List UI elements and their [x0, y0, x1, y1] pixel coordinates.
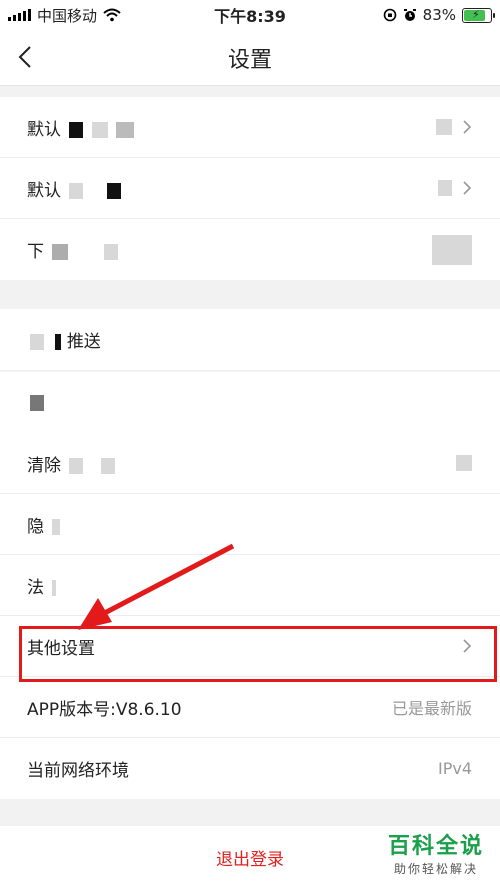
- redacted-text: [69, 457, 84, 474]
- watermark-title: 百科全说: [387, 834, 484, 859]
- status-bar: 中国移动 下午8:39 83% ⚡: [0, 0, 500, 30]
- battery-icon: ⚡: [462, 7, 495, 23]
- settings-row-app-version[interactable]: APP版本号:V8.6.10 已是最新版: [0, 677, 500, 738]
- row-value: IPv4: [437, 759, 472, 778]
- redacted-text: [30, 394, 44, 411]
- charging-bolt-icon: ⚡: [472, 7, 480, 21]
- row-label: 隐: [27, 516, 44, 537]
- alarm-icon: [403, 9, 416, 21]
- watermark-logo: 百科全说 助你轻松解决: [388, 828, 484, 877]
- row-label: 清除: [27, 455, 61, 476]
- row-label: 默认: [27, 180, 61, 201]
- redacted-value: [436, 119, 452, 135]
- battery-percent: 83%: [422, 6, 456, 24]
- settings-row-legal[interactable]: 法: [0, 555, 500, 616]
- chevron-right-icon: [463, 639, 472, 653]
- settings-group-general: 清除 隐 法 其他设置 APP版本号:V8.6.10 已是最新版 当前网络环境 …: [0, 372, 500, 799]
- row-label: 推送: [66, 332, 101, 352]
- orientation-lock-icon: [383, 8, 396, 22]
- signal-icon: [8, 9, 31, 21]
- redacted-value: [432, 234, 472, 265]
- settings-row-push[interactable]: 推送: [0, 309, 500, 370]
- redacted-text: [52, 579, 57, 596]
- page-title: 设置: [227, 48, 272, 73]
- settings-group-push: 推送: [0, 309, 500, 370]
- settings-row-redacted[interactable]: [0, 372, 500, 433]
- row-value: 已是最新版: [391, 699, 472, 718]
- row-label: 下: [27, 242, 44, 262]
- chevron-right-icon: [463, 181, 472, 195]
- redacted-text: [69, 121, 84, 138]
- row-label: 其他设置: [27, 638, 95, 659]
- settings-row-download[interactable]: 下: [0, 219, 500, 280]
- settings-row-default-2[interactable]: 默认: [0, 158, 500, 219]
- redacted-text: [52, 244, 69, 260]
- settings-group-defaults: 默认 默认 下: [0, 97, 500, 280]
- watermark-subtitle: 助你轻松解决: [393, 862, 478, 876]
- wifi-icon: [103, 8, 121, 22]
- redacted-value: [456, 455, 472, 471]
- row-label: 默认: [27, 119, 61, 140]
- settings-row-default-1[interactable]: 默认: [0, 97, 500, 158]
- redacted-text: [52, 518, 61, 535]
- navigation-bar: 设置: [0, 30, 500, 86]
- settings-row-network[interactable]: 当前网络环境 IPv4: [0, 738, 500, 799]
- settings-row-other-settings[interactable]: 其他设置: [0, 616, 500, 677]
- settings-row-clear-cache[interactable]: 清除: [0, 433, 500, 494]
- row-label: APP版本号:V8.6.10: [27, 699, 182, 720]
- redacted-text: [106, 182, 121, 199]
- chevron-right-icon: [463, 120, 472, 134]
- redacted-value: [438, 180, 452, 196]
- settings-row-privacy[interactable]: 隐: [0, 494, 500, 555]
- carrier-name: 中国移动: [37, 6, 98, 25]
- row-label: 法: [27, 577, 44, 598]
- row-label: 当前网络环境: [27, 761, 129, 781]
